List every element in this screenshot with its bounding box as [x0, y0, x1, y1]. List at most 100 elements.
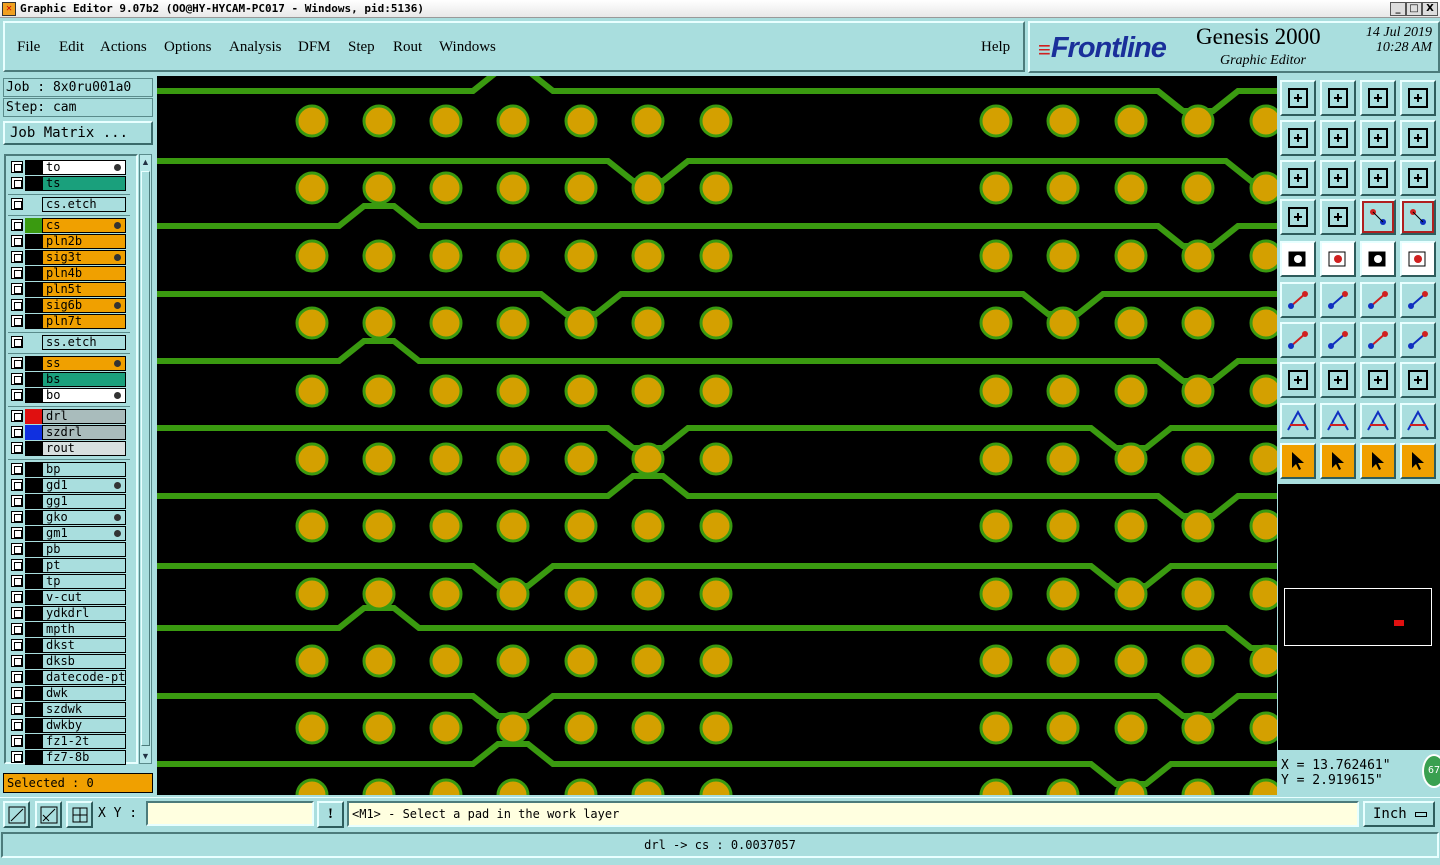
- pad[interactable]: [1249, 104, 1277, 138]
- zoom-window-icon[interactable]: [1400, 80, 1436, 116]
- pad[interactable]: [631, 711, 665, 745]
- redo-zoom-icon[interactable]: [1400, 120, 1436, 156]
- layer-name[interactable]: ydkdrl: [42, 606, 126, 621]
- pad[interactable]: [631, 239, 665, 273]
- layer-checkbox[interactable]: [11, 671, 23, 683]
- layer-row[interactable]: pt: [8, 558, 130, 573]
- arc-icon[interactable]: [1360, 322, 1396, 358]
- zoom-badge[interactable]: 67: [1422, 754, 1440, 788]
- pad[interactable]: [1249, 442, 1277, 476]
- pad[interactable]: [1249, 374, 1277, 408]
- layer-name[interactable]: fz1-2t: [42, 734, 126, 749]
- pad[interactable]: [1046, 577, 1080, 611]
- minimize-button[interactable]: _: [1390, 2, 1406, 16]
- zoom-in-icon[interactable]: [1320, 80, 1356, 116]
- pad[interactable]: [1249, 306, 1277, 340]
- pad[interactable]: [1114, 374, 1148, 408]
- layer-row[interactable]: gd1: [8, 478, 130, 493]
- zoom-home-icon[interactable]: [1280, 80, 1316, 116]
- pad[interactable]: [1046, 374, 1080, 408]
- triangle-d-icon[interactable]: [1400, 403, 1436, 439]
- net-red-icon[interactable]: [1360, 199, 1396, 235]
- center-icon[interactable]: [1320, 160, 1356, 196]
- pad[interactable]: [1249, 171, 1277, 205]
- layer-checkbox[interactable]: [11, 235, 23, 247]
- pad[interactable]: [1249, 509, 1277, 543]
- pad[interactable]: [1114, 306, 1148, 340]
- layer-color-swatch[interactable]: [25, 494, 42, 509]
- pad[interactable]: [496, 239, 530, 273]
- layer-color-swatch[interactable]: [25, 622, 42, 637]
- layer-name[interactable]: szdrl: [42, 425, 126, 440]
- scale-1-2-icon[interactable]: [1360, 160, 1396, 196]
- layer-color-swatch[interactable]: [25, 314, 42, 329]
- layer-name[interactable]: ss: [42, 356, 126, 371]
- triangle-b-icon[interactable]: [1320, 403, 1356, 439]
- pad[interactable]: [496, 644, 530, 678]
- pad[interactable]: [429, 509, 463, 543]
- menu-analysis[interactable]: Analysis: [229, 39, 282, 56]
- layer-row[interactable]: pln2b: [8, 234, 130, 249]
- pad[interactable]: [362, 644, 396, 678]
- layer-name[interactable]: bo: [42, 388, 126, 403]
- pad-icon[interactable]: [1280, 241, 1316, 277]
- layer-checkbox[interactable]: [11, 575, 23, 587]
- select-icon[interactable]: [1320, 443, 1356, 479]
- layer-row[interactable]: gko: [8, 510, 130, 525]
- pad[interactable]: [496, 374, 530, 408]
- layer-color-swatch[interactable]: [25, 510, 42, 525]
- pad[interactable]: [699, 509, 733, 543]
- triangle-a-icon[interactable]: [1280, 403, 1316, 439]
- pad[interactable]: [362, 239, 396, 273]
- pad[interactable]: [429, 778, 463, 795]
- layer-color-swatch[interactable]: [25, 734, 42, 749]
- layer-color-swatch[interactable]: [25, 542, 42, 557]
- layer-color-swatch[interactable]: [25, 388, 42, 403]
- layer-name[interactable]: pln5t: [42, 282, 126, 297]
- layer-color-swatch[interactable]: [25, 160, 42, 175]
- pointer-icon[interactable]: [1280, 443, 1316, 479]
- pad[interactable]: [1114, 104, 1148, 138]
- pad[interactable]: [496, 171, 530, 205]
- layer-row[interactable]: bp: [8, 462, 130, 477]
- pad[interactable]: [979, 171, 1013, 205]
- layer-checkbox[interactable]: [11, 373, 23, 385]
- layer-name[interactable]: gko: [42, 510, 126, 525]
- unit-select[interactable]: Inch: [1363, 801, 1435, 827]
- pad[interactable]: [1114, 442, 1148, 476]
- layer-color-swatch[interactable]: [25, 654, 42, 669]
- layer-color-swatch[interactable]: [25, 478, 42, 493]
- layer-checkbox[interactable]: [11, 687, 23, 699]
- pad[interactable]: [295, 104, 329, 138]
- pad[interactable]: [1046, 442, 1080, 476]
- layer-color-swatch[interactable]: [25, 670, 42, 685]
- pad[interactable]: [1249, 644, 1277, 678]
- layer-row[interactable]: rout: [8, 441, 130, 456]
- pad[interactable]: [631, 577, 665, 611]
- layer-name[interactable]: cs: [42, 218, 126, 233]
- pad[interactable]: [631, 374, 665, 408]
- pad[interactable]: [362, 711, 396, 745]
- pad[interactable]: [429, 442, 463, 476]
- layer-color-swatch[interactable]: [25, 425, 42, 440]
- pad[interactable]: [429, 577, 463, 611]
- maximize-button[interactable]: □: [1406, 2, 1422, 16]
- pad[interactable]: [564, 644, 598, 678]
- pad[interactable]: [362, 509, 396, 543]
- route-icon[interactable]: [1400, 443, 1436, 479]
- layer-row[interactable]: pln4b: [8, 266, 130, 281]
- pad[interactable]: [631, 171, 665, 205]
- pad[interactable]: [1046, 778, 1080, 795]
- layer-checkbox[interactable]: [11, 283, 23, 295]
- layer-name[interactable]: szdwk: [42, 702, 126, 717]
- pad[interactable]: [429, 644, 463, 678]
- layer-checkbox[interactable]: [11, 751, 23, 763]
- pad[interactable]: [362, 442, 396, 476]
- layer-name[interactable]: v-cut: [42, 590, 126, 605]
- layer-name[interactable]: tp: [42, 574, 126, 589]
- layer-checkbox[interactable]: [11, 410, 23, 422]
- scroll-down-icon[interactable]: ▼: [140, 750, 151, 762]
- pad[interactable]: [295, 577, 329, 611]
- pad[interactable]: [429, 171, 463, 205]
- layer-color-swatch[interactable]: [25, 218, 42, 233]
